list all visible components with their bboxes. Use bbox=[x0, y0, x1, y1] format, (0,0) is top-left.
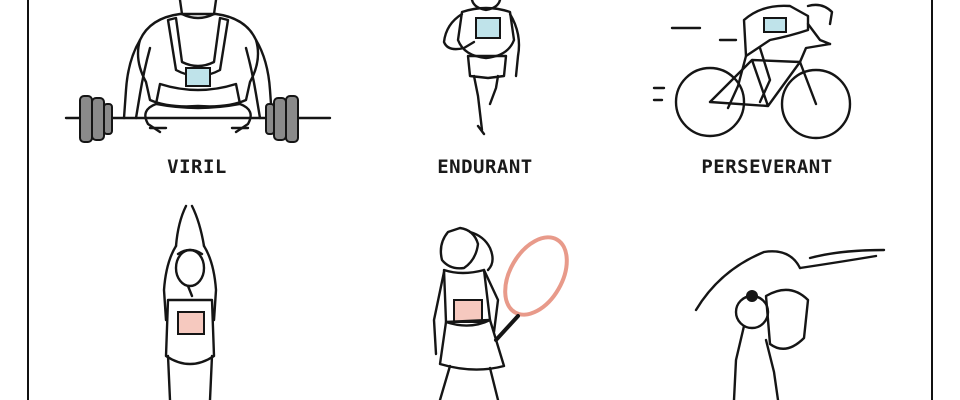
gymnast-figure bbox=[694, 248, 886, 400]
